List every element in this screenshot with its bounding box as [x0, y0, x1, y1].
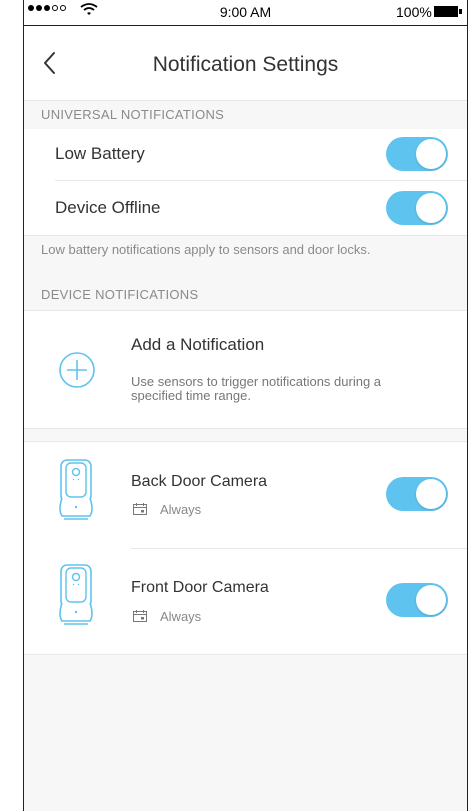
battery-icon [434, 6, 458, 17]
device-frame-left [23, 0, 24, 811]
section-header-universal: UNIVERSAL NOTIFICATIONS [24, 101, 467, 129]
phone-screen: 9:00 AM 100% Notification Settings UNIVE… [0, 0, 472, 811]
camera-icon [59, 564, 93, 625]
battery-tip-icon [459, 9, 462, 14]
add-circle-icon[interactable] [58, 351, 96, 389]
calendar-icon [133, 503, 147, 515]
list-item-device-offline: Device Offline [24, 181, 467, 235]
status-bar: 9:00 AM 100% [24, 0, 467, 26]
front-door-camera-name: Front Door Camera [131, 579, 269, 596]
list-item-low-battery: Low Battery [24, 129, 467, 180]
toggle-knob [416, 193, 446, 223]
low-battery-note: Low battery notifications apply to senso… [24, 236, 467, 268]
device-offline-toggle[interactable] [386, 191, 448, 225]
front-door-camera-schedule: Always [160, 609, 202, 624]
section-spacer [24, 429, 467, 441]
back-door-camera-toggle[interactable] [386, 477, 448, 511]
section-header-device: DEVICE NOTIFICATIONS [24, 268, 467, 310]
toggle-knob [416, 585, 446, 615]
front-door-camera-toggle[interactable] [386, 583, 448, 617]
low-battery-toggle[interactable] [386, 137, 448, 171]
toggle-knob [416, 479, 446, 509]
navigation-bar: Notification Settings [24, 26, 467, 101]
back-door-camera-name: Back Door Camera [131, 473, 268, 490]
low-battery-label: Low Battery [55, 144, 145, 163]
device-frame-right [467, 0, 468, 811]
add-notification-title: Add a Notification [131, 335, 265, 354]
back-door-camera-schedule: Always [160, 502, 202, 517]
battery-percentage: 100% [396, 4, 432, 20]
camera-icon [59, 459, 93, 520]
add-notification-description: Use sensors to trigger notifications dur… [131, 374, 382, 403]
calendar-icon [133, 610, 147, 622]
empty-area [24, 655, 467, 811]
device-offline-label: Device Offline [55, 198, 161, 217]
toggle-knob [416, 139, 446, 169]
page-title: Notification Settings [152, 53, 339, 76]
